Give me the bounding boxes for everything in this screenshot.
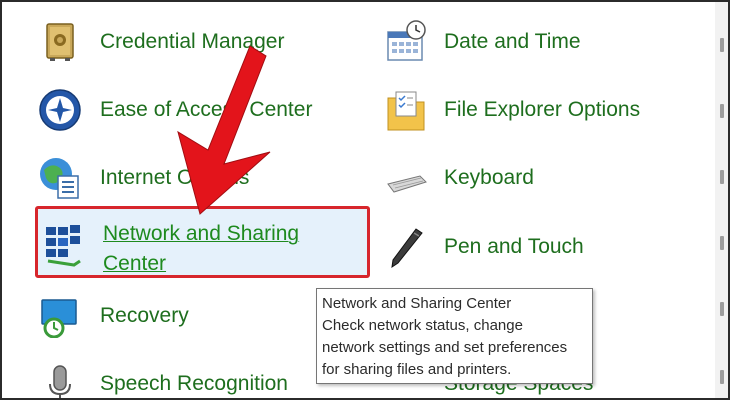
scrollbar[interactable] <box>715 2 728 398</box>
folder-options-icon <box>384 88 428 132</box>
speech-recognition-label: Speech Recognition <box>100 372 288 395</box>
credential-manager-item[interactable]: Credential Manager <box>2 14 382 70</box>
file-explorer-options-label: File Explorer Options <box>444 98 641 121</box>
scroll-mark <box>720 170 724 184</box>
date-and-time-item[interactable]: Date and Time <box>380 14 710 70</box>
tooltip-title: Network and Sharing Center <box>322 295 512 312</box>
microphone-icon <box>38 362 82 398</box>
globe-checklist-icon <box>38 156 82 200</box>
scroll-mark <box>720 302 724 316</box>
tooltip: Network and Sharing Center Check network… <box>316 288 593 384</box>
pen-icon <box>384 225 428 269</box>
internet-options-item[interactable]: Internet Options <box>2 150 382 206</box>
control-panel-window: Credential Manager Ease of Access Center… <box>0 0 730 400</box>
scroll-mark <box>720 38 724 52</box>
credential-manager-label: Credential Manager <box>100 30 285 53</box>
accessibility-icon <box>38 88 82 132</box>
keyboard-label: Keyboard <box>444 166 534 189</box>
keyboard-icon <box>384 156 428 200</box>
recovery-label: Recovery <box>100 304 189 327</box>
network-sharing-center-label: Network and Sharing Center <box>103 222 300 275</box>
recovery-monitor-icon <box>38 294 82 339</box>
keyboard-item[interactable]: Keyboard <box>380 150 710 206</box>
ease-of-access-item[interactable]: Ease of Access Center <box>2 82 382 138</box>
scroll-mark <box>720 236 724 250</box>
scroll-mark <box>720 104 724 118</box>
network-sharing-center-item[interactable]: Network and Sharing Center <box>35 206 370 278</box>
calendar-clock-icon <box>384 20 428 64</box>
pen-and-touch-item[interactable]: Pen and Touch <box>380 219 710 275</box>
date-and-time-label: Date and Time <box>444 30 581 53</box>
file-explorer-options-item[interactable]: File Explorer Options <box>380 82 710 138</box>
pen-and-touch-label: Pen and Touch <box>444 235 584 258</box>
network-icon <box>44 223 84 267</box>
tooltip-description: Check network status, change network set… <box>322 317 568 378</box>
ease-of-access-label: Ease of Access Center <box>100 98 313 121</box>
scroll-mark <box>720 370 724 384</box>
internet-options-label: Internet Options <box>100 166 250 189</box>
safe-icon <box>38 20 82 64</box>
